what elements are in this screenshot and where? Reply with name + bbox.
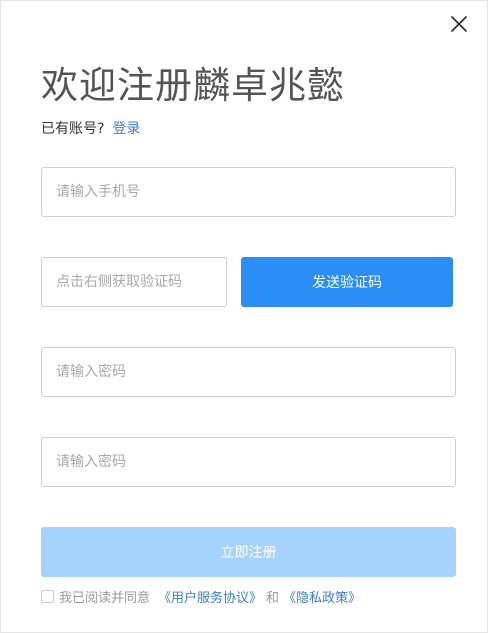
- phone-input[interactable]: [41, 167, 456, 217]
- verification-code-input[interactable]: [41, 257, 227, 307]
- login-link[interactable]: 登录: [112, 121, 140, 137]
- close-button[interactable]: [447, 12, 471, 36]
- confirm-password-input[interactable]: [41, 437, 456, 487]
- agreement-and: 和: [266, 591, 280, 606]
- agreement-checkbox[interactable]: [41, 590, 54, 603]
- privacy-policy-link[interactable]: 《隐私政策》: [283, 587, 361, 606]
- agreement-text: 我已阅读并同意: [59, 591, 151, 606]
- agreement-row: 我已阅读并同意 《用户服务协议》 和 《隐私政策》: [41, 587, 361, 606]
- password-input[interactable]: [41, 347, 456, 397]
- login-prompt: 已有账号?: [41, 121, 105, 137]
- close-icon: [451, 16, 467, 32]
- send-code-button[interactable]: 发送验证码: [241, 257, 453, 307]
- user-agreement-link[interactable]: 《用户服务协议》: [158, 587, 262, 606]
- register-dialog: 欢迎注册麟卓兆懿 已有账号? 登录 发送验证码 立即注册 我已阅读并同意 《用户服…: [0, 0, 488, 633]
- login-row: 已有账号? 登录: [41, 118, 140, 138]
- dialog-title: 欢迎注册麟卓兆懿: [41, 64, 345, 107]
- register-button[interactable]: 立即注册: [41, 527, 456, 577]
